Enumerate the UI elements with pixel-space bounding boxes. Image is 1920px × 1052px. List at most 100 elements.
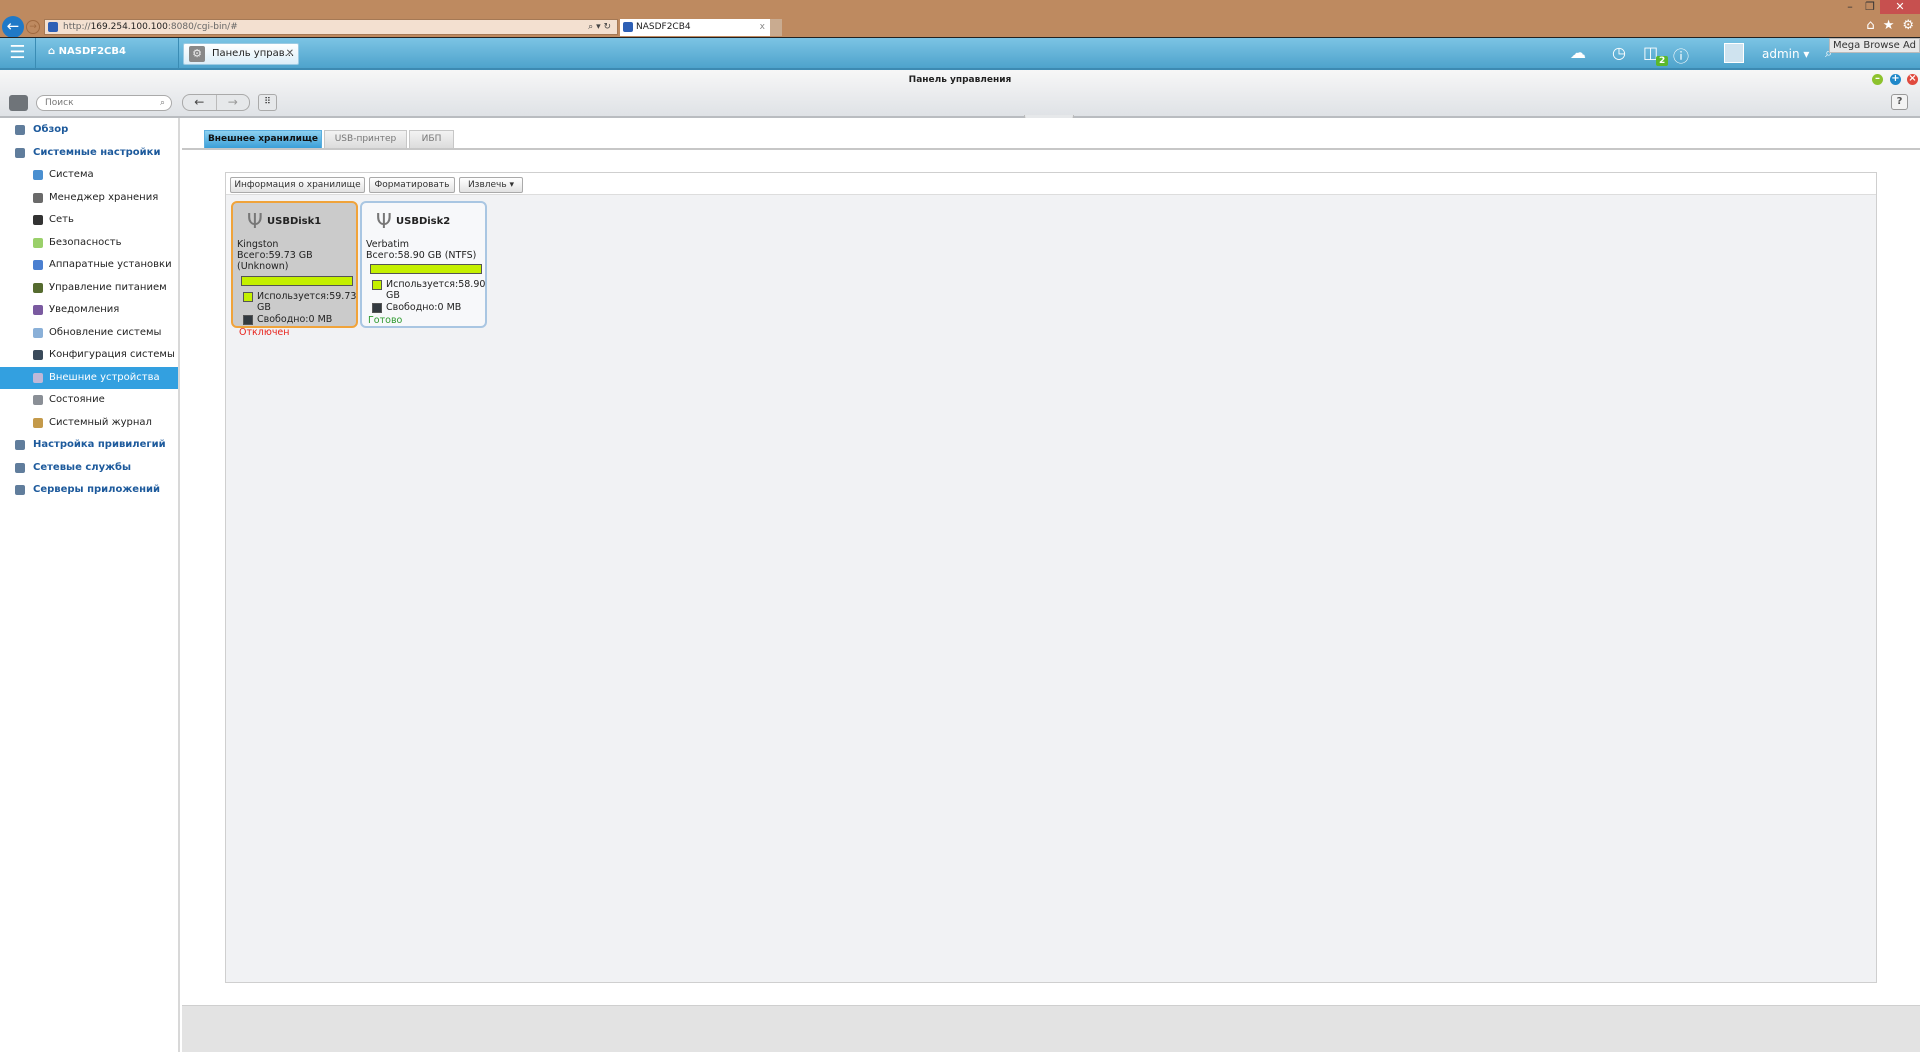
free-legend-swatch (243, 315, 253, 325)
restore-icon[interactable]: ❐ (1860, 0, 1880, 14)
tab-usb-printer[interactable]: USB-принтер (324, 130, 407, 148)
disk-vendor: Verbatim (366, 239, 409, 250)
browser-chrome: ← → http://169.254.100.100:8080/cgi-bin/… (0, 0, 1920, 38)
used-legend-swatch (372, 280, 382, 290)
browser-icons: ⌂ ★ ⚙ (1866, 18, 1914, 33)
disk-status: Отключен (239, 327, 290, 338)
sidebar-item[interactable]: Аппаратные установки (0, 254, 178, 276)
used-legend-swatch (243, 292, 253, 302)
sidebar-item[interactable]: Безопасность (0, 232, 178, 254)
search-icon: ⌕ (159, 98, 165, 108)
sidebar-item-label: Системный журнал (49, 416, 152, 428)
sidebar-item-label: Сетевые службы (33, 461, 132, 473)
back-button[interactable]: ← (183, 95, 216, 110)
minimize-window-icon[interactable]: – (1872, 74, 1883, 85)
gear-icon[interactable]: ⚙ (1902, 18, 1914, 33)
tab-ups[interactable]: ИБП (409, 130, 454, 148)
app-tab-control-panel[interactable]: ⚙ Панель управ... ✕ (183, 43, 299, 65)
disk-name: USBDisk2 (396, 216, 451, 227)
sidebar-item[interactable]: Серверы приложений (0, 479, 178, 501)
disk-vendor: Kingston (237, 239, 279, 250)
sidebar-item[interactable]: Управление питанием (0, 277, 178, 299)
sidebar-item-label: Состояние (49, 394, 105, 405)
user-menu[interactable]: admin ▾ (1762, 47, 1809, 61)
sidebar-item[interactable]: Конфигурация системы (0, 344, 178, 366)
sidebar-item-label: Конфигурация системы (49, 349, 175, 360)
close-tab-icon[interactable]: x (760, 19, 765, 35)
sidebar-toggle-button[interactable] (9, 95, 28, 111)
used-label: Используется:58.90 GB (386, 279, 486, 301)
sidebar-item[interactable]: Настройка привилегий (0, 434, 178, 456)
sidebar-item-icon (33, 395, 43, 405)
eject-label: Извлечь (467, 180, 507, 190)
sidebar-item[interactable]: Внешние устройства (0, 366, 178, 389)
address-bar[interactable]: http://169.254.100.100:8080/cgi-bin/# ⌕ … (44, 19, 618, 35)
browser-tab-title: NASDF2CB4 (636, 22, 691, 32)
sidebar-item[interactable]: Системный журнал (0, 412, 178, 434)
sidebar-item-icon (33, 260, 43, 270)
sidebar-item-label: Системные настройки (33, 146, 161, 158)
sidebar-item[interactable]: Сетевые службы (0, 457, 178, 479)
tab-external-storage[interactable]: Внешнее хранилище (204, 130, 322, 148)
info-icon[interactable]: ⓘ (1673, 43, 1689, 67)
home-icon[interactable]: ⌂ (1866, 18, 1874, 33)
sidebar-item-icon (33, 170, 43, 180)
help-button[interactable]: ? (1891, 94, 1908, 110)
free-label: Свободно:0 MB (257, 314, 333, 325)
close-window-icon[interactable]: × (1907, 74, 1918, 85)
disk-card[interactable]: Ψ USBDisk1 Kingston Всего:59.73 GB (Unknow… (231, 201, 358, 328)
disk-card[interactable]: Ψ USBDisk2 Verbatim Всего:58.90 GB (NTFS)… (360, 201, 487, 328)
divider (178, 38, 179, 69)
browser-forward-button[interactable]: → (26, 20, 40, 34)
apps-grid-button[interactable]: ⠿ (258, 94, 277, 111)
window-controls: – ❐ ✕ (1840, 0, 1920, 14)
disk-total: Всего:59.73 GB (237, 250, 313, 261)
sidebar-item-label: Управление питанием (49, 281, 167, 293)
sidebar-item[interactable]: Менеджер хранения (0, 187, 178, 209)
menu-icon[interactable]: ☰ (0, 38, 36, 69)
sidebar-item[interactable]: Обзор (0, 119, 178, 141)
app-tab-label: Панель управ... (212, 48, 295, 59)
usage-bar (370, 264, 482, 274)
sidebar-item-label: Система (49, 169, 94, 180)
nav-buttons: ← → (182, 94, 250, 111)
sidebar-item-icon (33, 327, 43, 338)
search-input[interactable]: Поиск ⌕ (36, 95, 172, 111)
cloud-icon[interactable]: ☁ (1570, 43, 1586, 62)
search-refresh-icon[interactable]: ⌕ ▾ ↻ (588, 20, 611, 34)
username: admin (1762, 47, 1800, 61)
main-content: Внешнее хранилище USB-принтер ИБП Информ… (182, 118, 1920, 1052)
sidebar-item[interactable]: Система (0, 164, 178, 186)
clock-icon[interactable]: ◷ (1612, 43, 1626, 62)
storage-info-button[interactable]: Информация о хранилище (230, 177, 365, 193)
disk-status: Готово (368, 315, 403, 326)
sidebar-item[interactable]: Состояние (0, 389, 178, 411)
star-icon[interactable]: ★ (1883, 18, 1895, 33)
home-label: NASDF2CB4 (58, 46, 126, 57)
maximize-window-icon[interactable]: + (1890, 74, 1901, 85)
sidebar-item-icon (33, 237, 43, 248)
home-icon: ⌂ (48, 46, 59, 57)
search-placeholder: Поиск (45, 98, 74, 108)
sidebar-item[interactable]: Уведомления (0, 299, 178, 321)
url-rest: :8080/cgi-bin/# (167, 22, 238, 32)
format-button[interactable]: Форматировать (369, 177, 455, 193)
free-legend-swatch (372, 303, 382, 313)
close-window-icon[interactable]: ✕ (1880, 0, 1920, 14)
new-tab-button[interactable] (770, 19, 782, 36)
avatar[interactable] (1724, 43, 1744, 63)
minimize-icon[interactable]: – (1840, 0, 1860, 14)
browser-tab[interactable]: NASDF2CB4 x (620, 19, 770, 36)
sidebar-item[interactable]: Обновление системы (0, 322, 178, 344)
sidebar-item-icon (33, 417, 43, 428)
sidebar-item[interactable]: Сеть (0, 209, 178, 231)
eject-dropdown[interactable]: Извлечь ▾ (459, 177, 523, 193)
close-tab-icon[interactable]: ✕ (286, 44, 294, 64)
browser-back-button[interactable]: ← (2, 16, 24, 38)
sidebar-item-icon (33, 282, 43, 293)
sidebar-item[interactable]: Системные настройки (0, 142, 178, 164)
home-button[interactable]: ⌂ NASDF2CB4 (48, 46, 126, 57)
tab-favicon-icon (623, 22, 633, 32)
forward-button[interactable]: → (215, 95, 250, 110)
disk-name: USBDisk1 (267, 216, 322, 227)
